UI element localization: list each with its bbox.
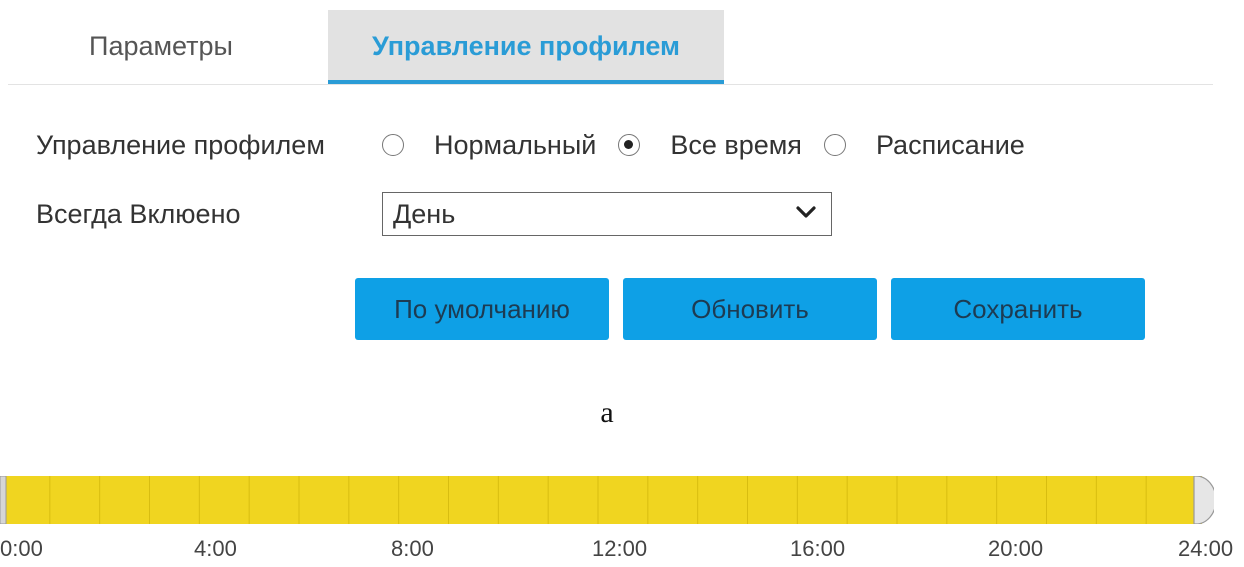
profile-mode-label: Управление профилем xyxy=(36,130,325,160)
tick-label: 16:00 xyxy=(790,536,846,561)
radio-schedule[interactable] xyxy=(823,134,846,156)
schedule-timeline[interactable] xyxy=(0,476,1214,524)
radio-normal-label[interactable]: Нормальный xyxy=(434,124,596,166)
timeline-tick-labels: 0:00 4:00 8:00 12:00 16:00 20:00 24:00 xyxy=(0,536,1244,566)
always-on-label: Всегда Вклюено xyxy=(36,199,241,229)
default-button[interactable]: По умолчанию xyxy=(355,278,609,340)
radio-all-time-label[interactable]: Все время xyxy=(670,124,802,166)
always-on-select[interactable]: День xyxy=(382,192,832,236)
radio-all-time[interactable] xyxy=(618,134,641,156)
tick-label: 0:00 xyxy=(0,536,43,561)
figure-caption: a xyxy=(600,396,614,429)
save-button[interactable]: Сохранить xyxy=(891,278,1145,340)
tick-label: 20:00 xyxy=(988,536,1044,561)
profile-mode-radio-group: Нормальный Все время Расписание xyxy=(382,124,1047,166)
radio-normal[interactable] xyxy=(382,134,404,156)
timeline-end-handle[interactable] xyxy=(1193,476,1214,524)
timeline-bar xyxy=(0,476,1202,524)
always-on-select-value: День xyxy=(393,199,456,229)
tick-label: 24:00 xyxy=(1178,536,1234,561)
radio-schedule-label[interactable]: Расписание xyxy=(876,124,1025,166)
tick-label: 8:00 xyxy=(391,536,434,561)
tick-label: 4:00 xyxy=(194,536,237,561)
timeline-start-handle[interactable] xyxy=(0,476,7,524)
tab-profile-management[interactable]: Управление профилем xyxy=(328,10,724,84)
update-button[interactable]: Обновить xyxy=(623,278,877,340)
chevron-down-icon xyxy=(796,206,816,218)
tick-label: 12:00 xyxy=(592,536,648,561)
tab-bar: Параметры Управление профилем xyxy=(8,0,1213,85)
tab-parameters[interactable]: Параметры xyxy=(66,10,256,82)
